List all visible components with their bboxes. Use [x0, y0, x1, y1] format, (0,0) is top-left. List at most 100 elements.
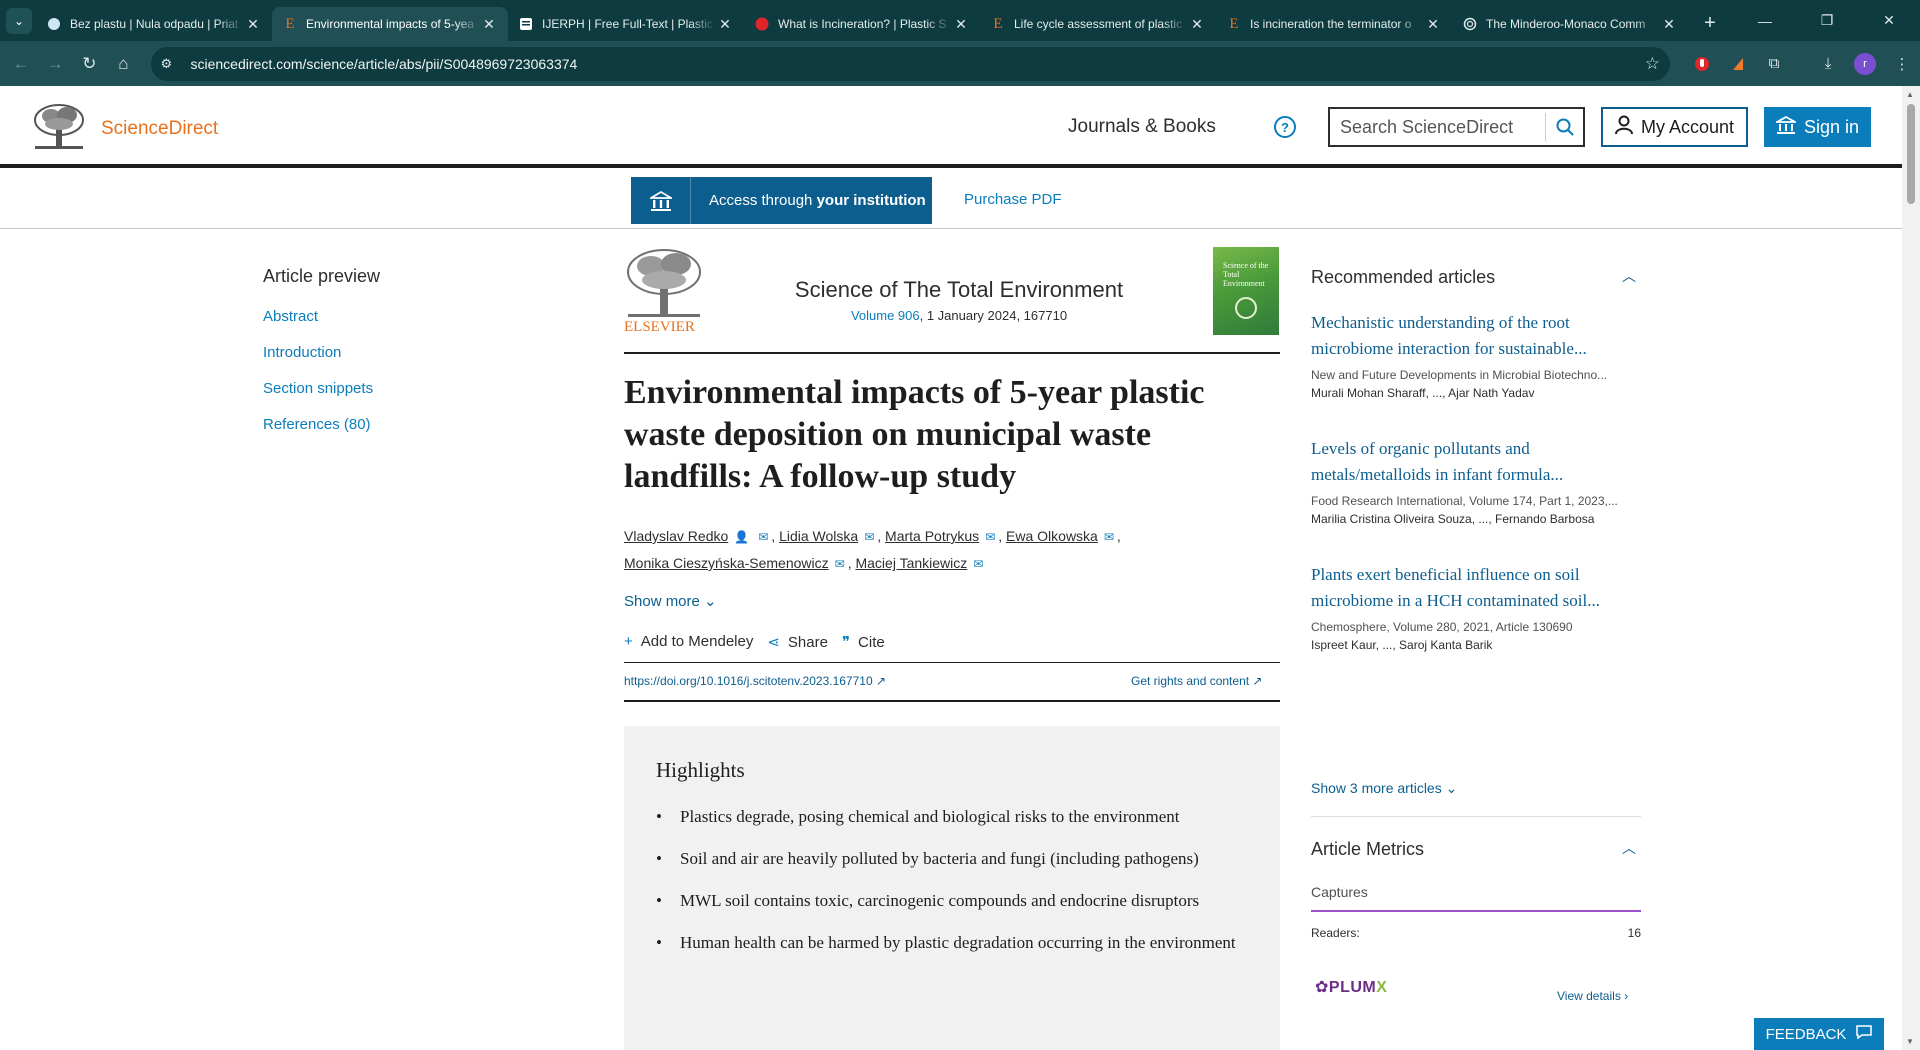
back-icon[interactable]: ← — [4, 46, 38, 82]
show-more-articles-button[interactable]: Show 3 more articles ⌄ — [1311, 780, 1457, 797]
search-input[interactable]: Search ScienceDirect — [1330, 117, 1545, 138]
author-link[interactable]: Vladyslav Redko — [624, 528, 728, 544]
toc-item-section-snippets[interactable]: Section snippets — [263, 380, 373, 397]
toc-item-references[interactable]: References (80) — [263, 416, 371, 433]
orange-extension-icon[interactable] — [1720, 46, 1756, 82]
my-account-button[interactable]: My Account — [1601, 107, 1748, 147]
elsevier-favicon-icon: E — [1229, 15, 1239, 32]
tab-search-button[interactable]: ⌄ — [6, 8, 32, 34]
recommended-item-source: Chemosphere, Volume 280, 2021, Article 1… — [1311, 620, 1573, 634]
email-icon[interactable]: ✉ — [1104, 530, 1114, 544]
quote-icon: ❞ — [841, 634, 851, 651]
metrics-title: Article Metrics — [1311, 839, 1425, 859]
browser-tab-5[interactable]: E Life cycle assessment of plastic ✕ — [980, 7, 1216, 41]
email-icon[interactable]: ✉ — [758, 530, 768, 544]
recommended-item-title[interactable]: Levels of organic pollutants and metals/… — [1311, 436, 1641, 488]
scroll-up-arrow-icon[interactable]: ▲ — [1906, 90, 1914, 99]
doi-link[interactable]: https://doi.org/10.1016/j.scitotenv.2023… — [624, 674, 886, 688]
elsevier-tree-logo-icon[interactable] — [31, 102, 87, 152]
page-scrollbar[interactable]: ▲ ▼ — [1902, 86, 1920, 1050]
show-more-button[interactable]: Show more ⌄ — [624, 592, 717, 610]
divider — [1311, 816, 1641, 817]
restore-icon[interactable]: ❐ — [1796, 0, 1858, 41]
browser-tab-3[interactable]: IJERPH | Free Full-Text | Plastic V ✕ — [508, 7, 744, 41]
captures-underline — [1311, 910, 1641, 912]
browser-tab-6[interactable]: E Is incineration the terminator o ✕ — [1216, 7, 1452, 41]
window-controls: — ❐ ✕ — [1734, 0, 1920, 41]
new-tab-icon[interactable]: + — [1696, 9, 1724, 37]
scroll-down-arrow-icon[interactable]: ▼ — [1906, 1037, 1914, 1046]
purchase-pdf-link[interactable]: Purchase PDF — [964, 191, 1062, 208]
author-link[interactable]: Marta Potrykus — [885, 528, 979, 544]
downloads-icon[interactable]: ⤓ — [1810, 46, 1846, 82]
minimize-icon[interactable]: — — [1734, 0, 1796, 41]
recommended-item-title[interactable]: Plants exert beneficial influence on soi… — [1311, 562, 1641, 614]
close-tab-icon[interactable]: ✕ — [244, 16, 262, 33]
close-window-icon[interactable]: ✕ — [1858, 0, 1920, 41]
toc-item-abstract[interactable]: Abstract — [263, 308, 318, 325]
rights-link[interactable]: Get rights and content ↗ — [1131, 674, 1262, 688]
author-link[interactable]: Monika Cieszyńska-Semenowicz — [624, 555, 829, 571]
site-info-icon[interactable]: ⚙ — [161, 56, 183, 72]
browser-tab-bar: ⌄ Bez plastu | Nula odpadu | Priat ✕ E E… — [0, 0, 1920, 41]
address-url[interactable]: sciencedirect.com/science/article/abs/pi… — [183, 56, 1645, 72]
address-bar[interactable]: ⚙ sciencedirect.com/science/article/abs/… — [150, 46, 1671, 81]
profile-avatar[interactable]: r — [1854, 52, 1877, 75]
collapse-chevron-up-icon[interactable]: ︿ — [1622, 266, 1636, 286]
list-item: Soil and air are heavily polluted by bac… — [656, 846, 1256, 872]
plumx-logo[interactable]: ✿PLUMX — [1315, 977, 1387, 997]
close-tab-icon[interactable]: ✕ — [1660, 16, 1678, 33]
article-title: Environmental impacts of 5-year plastic … — [624, 374, 1205, 495]
toc-item-introduction[interactable]: Introduction — [263, 344, 341, 361]
bookmark-star-icon[interactable]: ☆ — [1645, 54, 1660, 74]
add-to-mendeley-button[interactable]: + Add to Mendeley — [624, 633, 753, 651]
journal-cover[interactable]: Science of the Total Environment — [1213, 247, 1279, 335]
browser-menu-icon[interactable]: ⋮ — [1884, 46, 1920, 82]
cite-button[interactable]: ❞ Cite — [842, 633, 885, 651]
email-icon[interactable]: ✉ — [835, 557, 845, 571]
view-details-link[interactable]: View details › — [1557, 989, 1628, 1003]
globe-favicon-icon — [46, 16, 62, 32]
highlights-box: Highlights Plastics degrade, posing chem… — [624, 726, 1280, 1050]
author-link[interactable]: Maciej Tankiewicz — [855, 555, 967, 571]
sciencedirect-logo[interactable]: ScienceDirect — [101, 118, 218, 140]
close-tab-icon[interactable]: ✕ — [952, 16, 970, 33]
help-icon[interactable]: ? — [1274, 116, 1296, 138]
extensions-area: ⧉ ⤓ r ⋮ — [1684, 46, 1920, 82]
author-link[interactable]: Ewa Olkowska — [1006, 528, 1098, 544]
browser-tab-2-active[interactable]: E Environmental impacts of 5-yea ✕ — [272, 7, 508, 41]
reload-icon[interactable]: ↻ — [72, 46, 106, 82]
scrollbar-thumb[interactable] — [1907, 104, 1915, 204]
red-extension-icon[interactable] — [1684, 46, 1720, 82]
sign-in-button[interactable]: Sign in — [1764, 107, 1871, 147]
external-link-icon: ↗ — [875, 674, 887, 688]
author-link[interactable]: Lidia Wolska — [779, 528, 858, 544]
red-circle-favicon-icon — [754, 16, 770, 32]
journals-books-link[interactable]: Journals & Books — [1068, 116, 1216, 138]
browser-tab-4[interactable]: What is Incineration? | Plastic S ✕ — [744, 7, 980, 41]
close-tab-icon[interactable]: ✕ — [480, 16, 498, 33]
close-tab-icon[interactable]: ✕ — [1424, 16, 1442, 33]
close-tab-icon[interactable]: ✕ — [1188, 16, 1206, 33]
list-item: Human health can be harmed by plastic de… — [656, 930, 1256, 956]
person-icon[interactable]: 👤 — [734, 530, 749, 544]
journal-title[interactable]: Science of The Total Environment — [700, 277, 1218, 303]
access-institution-button[interactable]: Access through your institution — [631, 177, 932, 224]
volume-link[interactable]: Volume 906 — [851, 308, 920, 323]
browser-tab-7[interactable]: The Minderoo-Monaco Comm ✕ — [1452, 7, 1688, 41]
home-icon[interactable]: ⌂ — [106, 46, 140, 82]
recommended-item-title[interactable]: Mechanistic understanding of the root mi… — [1311, 310, 1641, 362]
browser-tab-1[interactable]: Bez plastu | Nula odpadu | Priat ✕ — [36, 7, 272, 41]
email-icon[interactable]: ✉ — [973, 557, 983, 571]
collapse-chevron-up-icon[interactable]: ︿ — [1622, 838, 1636, 858]
extensions-puzzle-icon[interactable]: ⧉ — [1756, 46, 1792, 82]
list-item: MWL soil contains toxic, carcinogenic co… — [656, 888, 1256, 914]
search-box[interactable]: Search ScienceDirect — [1328, 107, 1585, 147]
email-icon[interactable]: ✉ — [985, 530, 995, 544]
email-icon[interactable]: ✉ — [864, 530, 874, 544]
feedback-button[interactable]: FEEDBACK — [1754, 1018, 1884, 1050]
share-button[interactable]: ⋖ Share — [767, 633, 828, 651]
search-icon[interactable] — [1545, 113, 1583, 141]
forward-icon[interactable]: → — [38, 46, 72, 82]
close-tab-icon[interactable]: ✕ — [716, 16, 734, 33]
